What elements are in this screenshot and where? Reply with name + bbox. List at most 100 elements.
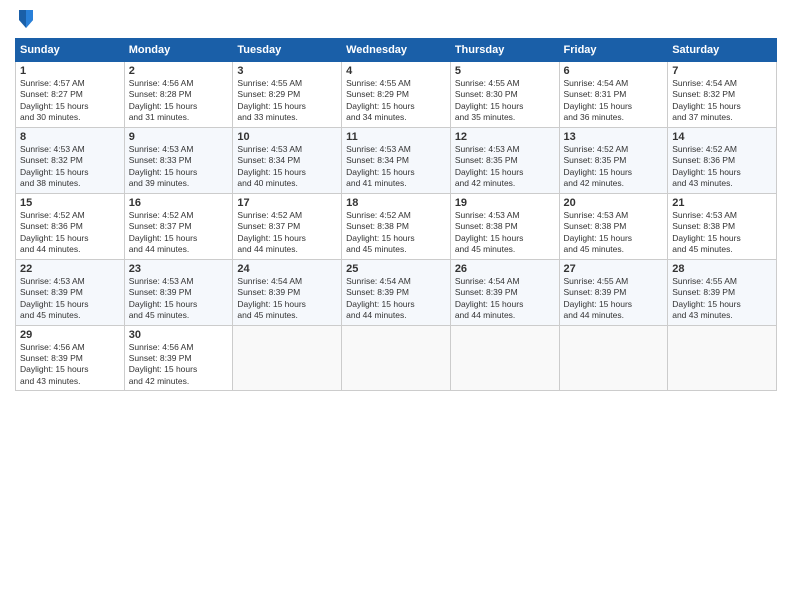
calendar-cell: 13 Sunrise: 4:52 AM Sunset: 8:35 PM Dayl… [559, 127, 668, 193]
calendar-cell: 1 Sunrise: 4:57 AM Sunset: 8:27 PM Dayli… [16, 62, 125, 128]
calendar-week-row: 15 Sunrise: 4:52 AM Sunset: 8:36 PM Dayl… [16, 193, 777, 259]
day-number: 8 [20, 131, 120, 143]
day-header-wednesday: Wednesday [342, 39, 451, 62]
calendar-cell: 10 Sunrise: 4:53 AM Sunset: 8:34 PM Dayl… [233, 127, 342, 193]
calendar-cell: 23 Sunrise: 4:53 AM Sunset: 8:39 PM Dayl… [124, 259, 233, 325]
logo [15, 10, 35, 30]
day-number: 16 [129, 197, 229, 209]
day-info: Sunrise: 4:57 AM Sunset: 8:27 PM Dayligh… [20, 78, 120, 124]
calendar-cell: 15 Sunrise: 4:52 AM Sunset: 8:36 PM Dayl… [16, 193, 125, 259]
day-number: 15 [20, 197, 120, 209]
day-header-saturday: Saturday [668, 39, 777, 62]
calendar-cell [342, 325, 451, 391]
day-number: 12 [455, 131, 555, 143]
calendar-cell: 19 Sunrise: 4:53 AM Sunset: 8:38 PM Dayl… [450, 193, 559, 259]
calendar-cell: 6 Sunrise: 4:54 AM Sunset: 8:31 PM Dayli… [559, 62, 668, 128]
day-header-thursday: Thursday [450, 39, 559, 62]
day-number: 6 [564, 65, 664, 77]
calendar-cell: 29 Sunrise: 4:56 AM Sunset: 8:39 PM Dayl… [16, 325, 125, 391]
calendar-cell: 30 Sunrise: 4:56 AM Sunset: 8:39 PM Dayl… [124, 325, 233, 391]
calendar-week-row: 22 Sunrise: 4:53 AM Sunset: 8:39 PM Dayl… [16, 259, 777, 325]
day-number: 9 [129, 131, 229, 143]
day-info: Sunrise: 4:55 AM Sunset: 8:30 PM Dayligh… [455, 78, 555, 124]
day-info: Sunrise: 4:52 AM Sunset: 8:36 PM Dayligh… [20, 210, 120, 256]
calendar-header-row: SundayMondayTuesdayWednesdayThursdayFrid… [16, 39, 777, 62]
day-info: Sunrise: 4:52 AM Sunset: 8:36 PM Dayligh… [672, 144, 772, 190]
calendar-cell: 20 Sunrise: 4:53 AM Sunset: 8:38 PM Dayl… [559, 193, 668, 259]
logo-text [15, 10, 35, 30]
calendar-cell: 22 Sunrise: 4:53 AM Sunset: 8:39 PM Dayl… [16, 259, 125, 325]
calendar-cell [559, 325, 668, 391]
calendar-cell: 4 Sunrise: 4:55 AM Sunset: 8:29 PM Dayli… [342, 62, 451, 128]
day-info: Sunrise: 4:53 AM Sunset: 8:39 PM Dayligh… [20, 276, 120, 322]
day-number: 10 [237, 131, 337, 143]
calendar-cell: 14 Sunrise: 4:52 AM Sunset: 8:36 PM Dayl… [668, 127, 777, 193]
day-number: 4 [346, 65, 446, 77]
calendar-cell: 18 Sunrise: 4:52 AM Sunset: 8:38 PM Dayl… [342, 193, 451, 259]
day-number: 24 [237, 263, 337, 275]
day-info: Sunrise: 4:53 AM Sunset: 8:38 PM Dayligh… [672, 210, 772, 256]
day-info: Sunrise: 4:53 AM Sunset: 8:32 PM Dayligh… [20, 144, 120, 190]
day-info: Sunrise: 4:56 AM Sunset: 8:28 PM Dayligh… [129, 78, 229, 124]
day-number: 20 [564, 197, 664, 209]
day-number: 3 [237, 65, 337, 77]
day-info: Sunrise: 4:56 AM Sunset: 8:39 PM Dayligh… [20, 342, 120, 388]
day-info: Sunrise: 4:55 AM Sunset: 8:29 PM Dayligh… [346, 78, 446, 124]
day-info: Sunrise: 4:52 AM Sunset: 8:38 PM Dayligh… [346, 210, 446, 256]
calendar-cell: 7 Sunrise: 4:54 AM Sunset: 8:32 PM Dayli… [668, 62, 777, 128]
calendar-cell: 2 Sunrise: 4:56 AM Sunset: 8:28 PM Dayli… [124, 62, 233, 128]
calendar-body: 1 Sunrise: 4:57 AM Sunset: 8:27 PM Dayli… [16, 62, 777, 391]
day-info: Sunrise: 4:56 AM Sunset: 8:39 PM Dayligh… [129, 342, 229, 388]
header [15, 10, 777, 30]
calendar-cell [450, 325, 559, 391]
day-number: 29 [20, 329, 120, 341]
calendar-cell: 27 Sunrise: 4:55 AM Sunset: 8:39 PM Dayl… [559, 259, 668, 325]
calendar-cell: 28 Sunrise: 4:55 AM Sunset: 8:39 PM Dayl… [668, 259, 777, 325]
day-number: 13 [564, 131, 664, 143]
day-info: Sunrise: 4:52 AM Sunset: 8:35 PM Dayligh… [564, 144, 664, 190]
day-info: Sunrise: 4:54 AM Sunset: 8:39 PM Dayligh… [346, 276, 446, 322]
day-header-friday: Friday [559, 39, 668, 62]
day-info: Sunrise: 4:53 AM Sunset: 8:39 PM Dayligh… [129, 276, 229, 322]
day-info: Sunrise: 4:53 AM Sunset: 8:35 PM Dayligh… [455, 144, 555, 190]
calendar-cell: 5 Sunrise: 4:55 AM Sunset: 8:30 PM Dayli… [450, 62, 559, 128]
day-header-tuesday: Tuesday [233, 39, 342, 62]
day-number: 5 [455, 65, 555, 77]
calendar-cell: 21 Sunrise: 4:53 AM Sunset: 8:38 PM Dayl… [668, 193, 777, 259]
day-info: Sunrise: 4:53 AM Sunset: 8:33 PM Dayligh… [129, 144, 229, 190]
calendar-cell: 24 Sunrise: 4:54 AM Sunset: 8:39 PM Dayl… [233, 259, 342, 325]
day-info: Sunrise: 4:54 AM Sunset: 8:31 PM Dayligh… [564, 78, 664, 124]
day-number: 25 [346, 263, 446, 275]
logo-icon [17, 8, 35, 30]
calendar-cell: 8 Sunrise: 4:53 AM Sunset: 8:32 PM Dayli… [16, 127, 125, 193]
calendar-week-row: 29 Sunrise: 4:56 AM Sunset: 8:39 PM Dayl… [16, 325, 777, 391]
day-number: 19 [455, 197, 555, 209]
calendar-week-row: 1 Sunrise: 4:57 AM Sunset: 8:27 PM Dayli… [16, 62, 777, 128]
day-number: 27 [564, 263, 664, 275]
calendar-cell [233, 325, 342, 391]
day-number: 2 [129, 65, 229, 77]
day-info: Sunrise: 4:53 AM Sunset: 8:34 PM Dayligh… [346, 144, 446, 190]
day-number: 7 [672, 65, 772, 77]
day-info: Sunrise: 4:55 AM Sunset: 8:29 PM Dayligh… [237, 78, 337, 124]
day-number: 22 [20, 263, 120, 275]
day-info: Sunrise: 4:55 AM Sunset: 8:39 PM Dayligh… [564, 276, 664, 322]
calendar-cell: 9 Sunrise: 4:53 AM Sunset: 8:33 PM Dayli… [124, 127, 233, 193]
day-number: 1 [20, 65, 120, 77]
day-number: 18 [346, 197, 446, 209]
page: SundayMondayTuesdayWednesdayThursdayFrid… [0, 0, 792, 612]
day-number: 21 [672, 197, 772, 209]
day-info: Sunrise: 4:52 AM Sunset: 8:37 PM Dayligh… [129, 210, 229, 256]
calendar-cell: 12 Sunrise: 4:53 AM Sunset: 8:35 PM Dayl… [450, 127, 559, 193]
calendar-cell: 25 Sunrise: 4:54 AM Sunset: 8:39 PM Dayl… [342, 259, 451, 325]
day-header-sunday: Sunday [16, 39, 125, 62]
calendar-week-row: 8 Sunrise: 4:53 AM Sunset: 8:32 PM Dayli… [16, 127, 777, 193]
day-number: 26 [455, 263, 555, 275]
day-info: Sunrise: 4:53 AM Sunset: 8:38 PM Dayligh… [564, 210, 664, 256]
calendar-cell: 11 Sunrise: 4:53 AM Sunset: 8:34 PM Dayl… [342, 127, 451, 193]
day-number: 11 [346, 131, 446, 143]
day-info: Sunrise: 4:53 AM Sunset: 8:34 PM Dayligh… [237, 144, 337, 190]
day-number: 17 [237, 197, 337, 209]
day-number: 14 [672, 131, 772, 143]
calendar-cell: 17 Sunrise: 4:52 AM Sunset: 8:37 PM Dayl… [233, 193, 342, 259]
